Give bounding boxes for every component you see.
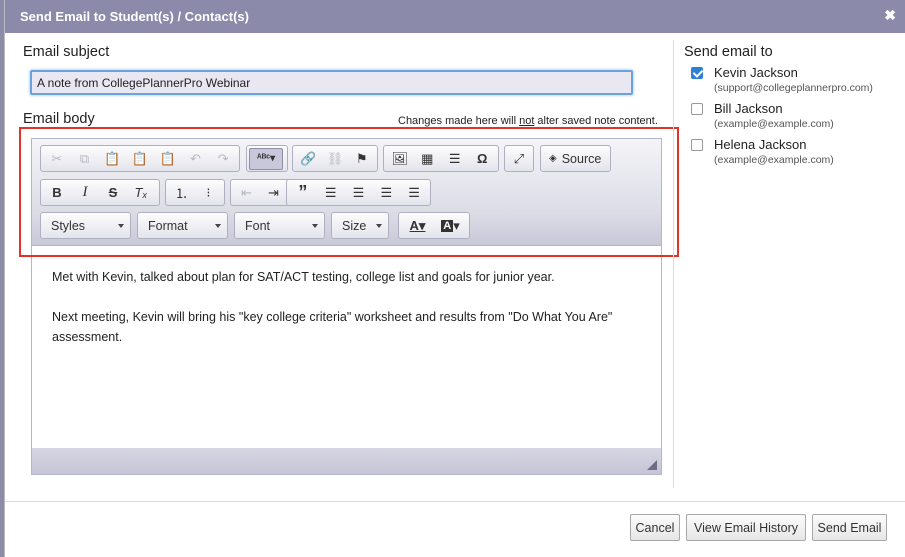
spellcheck-icon[interactable]: ᴬᴮᶜ▾	[249, 147, 283, 170]
paste-icon[interactable]: 📋	[98, 148, 126, 170]
background-color-icon[interactable]: A ▾	[434, 215, 467, 237]
resize-handle-icon[interactable]	[647, 460, 657, 470]
recipient-email: (support@collegeplannerpro.com)	[714, 82, 873, 94]
editor-statusbar	[32, 448, 661, 474]
copy-icon[interactable]: ⧉	[71, 148, 99, 170]
format-label: Format	[148, 219, 188, 233]
strikethrough-icon[interactable]: S	[99, 182, 127, 204]
body-paragraph-1: Met with Kevin, talked about plan for SA…	[52, 270, 555, 284]
blockquote-icon[interactable]: ”	[289, 182, 317, 204]
recipient-name: Helena Jackson	[714, 137, 807, 152]
horizontal-line-icon[interactable]: ☰	[441, 148, 469, 170]
special-char-icon[interactable]: Ω	[469, 148, 497, 170]
chevron-down-icon	[215, 224, 221, 228]
unlink-icon[interactable]: ⛓	[322, 148, 349, 170]
email-subject-label: Email subject	[23, 44, 110, 60]
edit-note: Changes made here will not alter saved n…	[398, 115, 658, 127]
maximize-group: ⤢	[504, 145, 534, 172]
font-dropdown[interactable]: Font	[234, 212, 325, 239]
align-center-icon[interactable]: ☰	[345, 182, 373, 204]
chevron-down-icon	[376, 224, 382, 228]
recipient-name: Kevin Jackson	[714, 65, 798, 80]
italic-icon[interactable]: I	[71, 182, 99, 204]
indent-icon[interactable]: ⇥	[260, 182, 287, 204]
chevron-down-icon	[118, 224, 124, 228]
align-right-icon[interactable]: ☰	[372, 182, 400, 204]
source-button[interactable]: ◈ Source	[540, 145, 611, 172]
anchor-flag-icon[interactable]: ⚑	[348, 148, 375, 170]
email-body-label: Email body	[23, 111, 95, 127]
bold-icon[interactable]: B	[43, 182, 71, 204]
list-group: ⒈ ⁝	[165, 179, 225, 206]
source-icon: ◈	[549, 153, 557, 164]
styles-label: Styles	[51, 219, 86, 233]
size-label: Size	[342, 219, 367, 233]
view-email-history-button[interactable]: View Email History	[686, 514, 806, 541]
paste-word-icon[interactable]: 📋	[154, 148, 182, 170]
format-dropdown[interactable]: Format	[137, 212, 228, 239]
recipient-checkbox-helena[interactable]	[691, 139, 703, 151]
link-group: 🔗 ⛓ ⚑	[292, 145, 378, 172]
body-paragraph-2: Next meeting, Kevin will bring his "key …	[52, 310, 613, 344]
text-color-icon[interactable]: A▾	[401, 215, 434, 237]
indent-group: ⇤ ⇥	[230, 179, 290, 206]
styles-dropdown[interactable]: Styles	[40, 212, 131, 239]
dialog-titlebar: Send Email to Student(s) / Contact(s) ✖	[5, 0, 905, 33]
outdent-icon[interactable]: ⇤	[233, 182, 260, 204]
send-email-to-heading: Send email to	[684, 44, 773, 60]
basic-style-group: B I S Tₓ	[40, 179, 160, 206]
vertical-divider	[673, 40, 674, 488]
align-left-icon[interactable]: ☰	[317, 182, 345, 204]
recipient-email: (example@example.com)	[714, 118, 834, 130]
send-email-button[interactable]: Send Email	[812, 514, 887, 541]
recipient-checkbox-bill[interactable]	[691, 103, 703, 115]
table-icon[interactable]: ▦	[414, 148, 442, 170]
spellcheck-group: ᴬᴮᶜ▾	[246, 145, 288, 172]
source-label: Source	[561, 151, 602, 166]
cancel-button[interactable]: Cancel	[630, 514, 680, 541]
editor-content[interactable]: Met with Kevin, talked about plan for SA…	[32, 247, 661, 447]
recipient-name: Bill Jackson	[714, 101, 783, 116]
color-group: A▾ A ▾	[398, 212, 470, 239]
size-dropdown[interactable]: Size	[331, 212, 389, 239]
image-icon[interactable]: 🖼	[386, 148, 414, 170]
rich-text-editor: ✂ ⧉ 📋 📋 📋 ↶ ↷ ᴬᴮᶜ▾ 🔗 ⛓ ⚑ 🖼 ▦ ☰ Ω ⤢ ◈ Sou…	[31, 138, 662, 475]
editor-toolbar: ✂ ⧉ 📋 📋 📋 ↶ ↷ ᴬᴮᶜ▾ 🔗 ⛓ ⚑ 🖼 ▦ ☰ Ω ⤢ ◈ Sou…	[32, 139, 661, 246]
close-icon[interactable]: ✖	[884, 7, 896, 24]
insert-group: 🖼 ▦ ☰ Ω	[383, 145, 499, 172]
email-subject-input[interactable]	[30, 70, 633, 95]
footer-divider	[5, 501, 905, 502]
numbered-list-icon[interactable]: ⒈	[168, 182, 195, 204]
font-label: Font	[245, 219, 271, 233]
align-group: ” ☰ ☰ ☰ ☰	[286, 179, 431, 206]
redo-icon[interactable]: ↷	[209, 148, 237, 170]
bulleted-list-icon[interactable]: ⁝	[195, 182, 222, 204]
clipboard-group: ✂ ⧉ 📋 📋 📋 ↶ ↷	[40, 145, 240, 172]
recipient-checkbox-kevin[interactable]	[691, 67, 703, 79]
justify-icon[interactable]: ☰	[400, 182, 428, 204]
send-email-dialog: Send Email to Student(s) / Contact(s) ✖ …	[4, 0, 905, 557]
recipient-email: (example@example.com)	[714, 154, 834, 166]
cut-icon[interactable]: ✂	[43, 148, 71, 170]
remove-format-icon[interactable]: Tₓ	[127, 182, 155, 204]
link-icon[interactable]: 🔗	[295, 148, 322, 170]
maximize-icon[interactable]: ⤢	[507, 148, 531, 170]
dialog-title: Send Email to Student(s) / Contact(s)	[20, 9, 249, 24]
chevron-down-icon	[312, 224, 318, 228]
paste-text-icon[interactable]: 📋	[126, 148, 154, 170]
undo-icon[interactable]: ↶	[182, 148, 210, 170]
